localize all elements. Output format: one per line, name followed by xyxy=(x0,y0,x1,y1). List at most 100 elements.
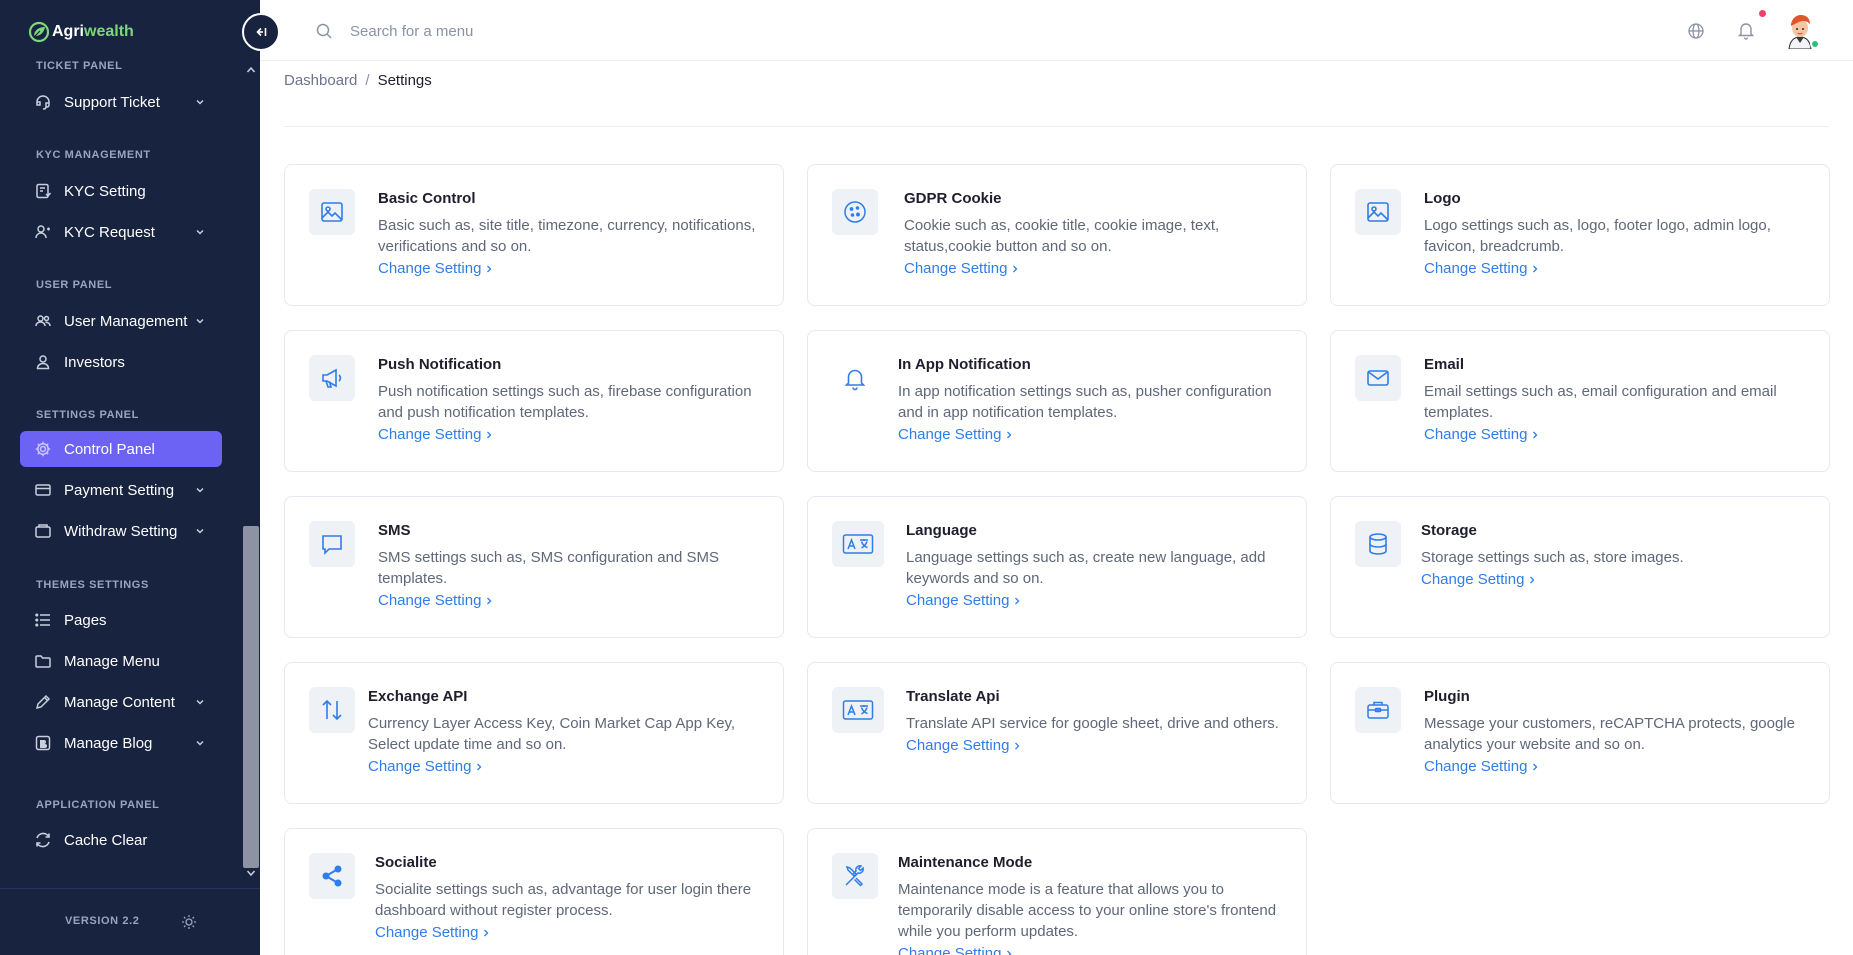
sidebar: Agriwealth TICKET PANEL Support Ticket K… xyxy=(0,0,260,955)
breadcrumb-separator: / xyxy=(365,72,370,89)
card-title: Language xyxy=(906,522,977,539)
gear-icon xyxy=(32,438,54,460)
scrollbar-thumb[interactable] xyxy=(243,526,259,868)
change-setting-link[interactable]: Change Setting xyxy=(378,592,493,609)
card-title: Translate Api xyxy=(906,688,1000,705)
search-icon xyxy=(315,22,333,40)
sidebar-item-kyc-request[interactable]: KYC Request xyxy=(20,214,222,250)
card-body: Plugin Message your customers, reCAPTCHA… xyxy=(1424,687,1813,776)
chevron-right-icon xyxy=(1533,763,1538,770)
sidebar-item-manage-menu[interactable]: Manage Menu xyxy=(20,643,222,679)
sidebar-item-manage-blog[interactable]: Manage Blog xyxy=(20,725,222,761)
globe-icon[interactable] xyxy=(1686,21,1706,41)
sidebar-item-payment-setting[interactable]: Payment Setting xyxy=(20,472,222,508)
card-body: Socialite Socialite settings such as, ad… xyxy=(375,853,767,942)
change-setting-link[interactable]: Change Setting xyxy=(906,592,1021,609)
card-title: Exchange API xyxy=(368,688,468,705)
blog-icon xyxy=(32,732,54,754)
card-title: Plugin xyxy=(1424,688,1470,705)
card-title: Storage xyxy=(1421,522,1477,539)
change-setting-link[interactable]: Change Setting xyxy=(1424,426,1539,443)
content-divider xyxy=(284,126,1829,127)
card-description: Maintenance mode is a feature that allow… xyxy=(898,881,1277,940)
chevron-right-icon xyxy=(1013,265,1018,272)
topbar xyxy=(260,0,1853,61)
sidebar-item-manage-content[interactable]: Manage Content xyxy=(20,684,222,720)
card-title: Push Notification xyxy=(378,356,502,373)
chevron-down-icon xyxy=(192,482,208,498)
change-setting-link[interactable]: Change Setting xyxy=(906,737,1021,754)
translate-icon xyxy=(832,521,884,567)
chevron-right-icon xyxy=(487,265,492,272)
sidebar-item-label: Support Ticket xyxy=(64,93,160,111)
settings-card-in-app-notification: In App Notification In app notification … xyxy=(807,330,1307,472)
search-input[interactable] xyxy=(350,15,850,47)
scroll-down-icon[interactable] xyxy=(242,865,260,881)
change-setting-link[interactable]: Change Setting xyxy=(375,924,490,941)
card-description: Currency Layer Access Key, Coin Market C… xyxy=(368,715,736,753)
sidebar-item-control-panel[interactable]: Control Panel xyxy=(20,431,222,467)
section-title-user: USER PANEL xyxy=(36,279,113,291)
version-label: VERSION 2.2 xyxy=(65,915,140,927)
refresh-icon xyxy=(32,829,54,851)
folder-icon xyxy=(32,650,54,672)
change-setting-link[interactable]: Change Setting xyxy=(378,260,493,277)
card-body: Logo Logo settings such as, logo, footer… xyxy=(1424,189,1813,278)
card-title: Socialite xyxy=(375,854,437,871)
chevron-down-icon xyxy=(192,224,208,240)
card-body: Email Email settings such as, email conf… xyxy=(1424,355,1813,444)
wallet-icon xyxy=(32,479,54,501)
change-setting-link[interactable]: Change Setting xyxy=(898,426,1013,443)
pencil-icon xyxy=(32,691,54,713)
chevron-right-icon xyxy=(1533,431,1538,438)
sidebar-item-kyc-setting[interactable]: KYC Setting xyxy=(20,173,222,209)
change-setting-link[interactable]: Change Setting xyxy=(904,260,1019,277)
change-setting-link[interactable]: Change Setting xyxy=(1424,758,1539,775)
brand-logo[interactable]: Agriwealth xyxy=(28,18,134,46)
settings-card-socialite: Socialite Socialite settings such as, ad… xyxy=(284,828,784,955)
sidebar-item-cache-clear[interactable]: Cache Clear xyxy=(20,822,222,858)
card-description: Language settings such as, create new la… xyxy=(906,549,1266,587)
breadcrumb-dashboard-link[interactable]: Dashboard xyxy=(284,72,357,89)
sidebar-item-support-ticket[interactable]: Support Ticket xyxy=(20,84,222,120)
sidebar-collapse-button[interactable] xyxy=(242,13,280,51)
change-setting-link[interactable]: Change Setting xyxy=(898,945,1013,955)
chevron-right-icon xyxy=(477,763,482,770)
sun-icon[interactable] xyxy=(180,913,198,931)
change-setting-link[interactable]: Change Setting xyxy=(368,758,483,775)
change-setting-link[interactable]: Change Setting xyxy=(1424,260,1539,277)
sidebar-item-label: Pages xyxy=(64,611,107,629)
settings-card-email: Email Email settings such as, email conf… xyxy=(1330,330,1830,472)
card-title: In App Notification xyxy=(898,356,1031,373)
sidebar-scrollbar[interactable] xyxy=(242,52,260,887)
bell-icon xyxy=(832,355,878,401)
card-body: SMS SMS settings such as, SMS configurat… xyxy=(378,521,767,610)
chevron-right-icon xyxy=(1015,742,1020,749)
card-description: SMS settings such as, SMS configuration … xyxy=(378,549,719,587)
sidebar-item-user-management[interactable]: User Management xyxy=(20,303,222,339)
settings-card-storage: Storage Storage settings such as, store … xyxy=(1330,496,1830,638)
card-description: Message your customers, reCAPTCHA protec… xyxy=(1424,715,1795,753)
chevron-down-icon xyxy=(192,523,208,539)
card-body: Push Notification Push notification sett… xyxy=(378,355,767,444)
sidebar-item-label: KYC Request xyxy=(64,223,155,241)
online-status-dot xyxy=(1810,39,1820,49)
chevron-right-icon xyxy=(1007,431,1012,438)
card-title: Email xyxy=(1424,356,1465,373)
sidebar-item-label: Cache Clear xyxy=(64,831,148,849)
database-icon xyxy=(1355,521,1401,567)
sidebar-item-withdraw-setting[interactable]: Withdraw Setting xyxy=(20,513,222,549)
scroll-up-icon[interactable] xyxy=(242,62,260,78)
notification-bell-icon[interactable] xyxy=(1736,20,1756,40)
chevron-right-icon xyxy=(1015,597,1020,604)
card-description: Storage settings such as, store images. xyxy=(1421,549,1684,566)
kyc-setting-icon xyxy=(32,180,54,202)
sidebar-item-label: Investors xyxy=(64,353,125,371)
change-setting-link[interactable]: Change Setting xyxy=(378,426,493,443)
sidebar-item-pages[interactable]: Pages xyxy=(20,602,222,638)
section-title-themes: THEMES SETTINGS xyxy=(36,579,149,591)
withdraw-icon xyxy=(32,520,54,542)
section-title-ticket: TICKET PANEL xyxy=(36,60,123,72)
sidebar-item-investors[interactable]: Investors xyxy=(20,344,222,380)
change-setting-link[interactable]: Change Setting xyxy=(1421,571,1536,588)
